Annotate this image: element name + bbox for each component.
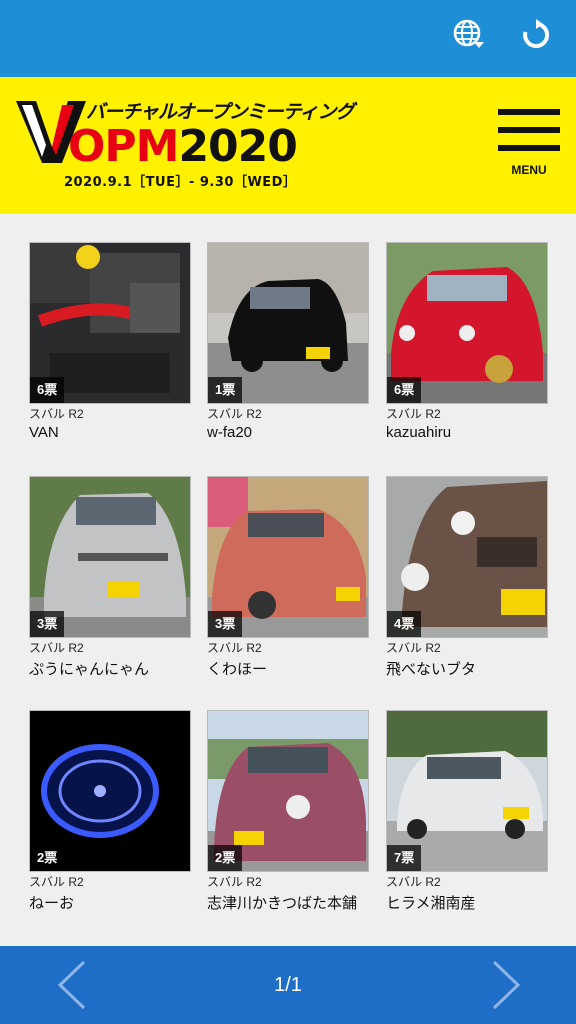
vote-count-badge: 6票 (30, 377, 65, 403)
entry-photo[interactable]: 2票 (207, 710, 369, 872)
entry-photo[interactable]: 3票 (207, 476, 369, 638)
entry-grid: 6票 スバル R2 VAN 1票 スバル R2 w-fa20 6票 スバル R2… (0, 214, 576, 946)
entry-photo[interactable]: 3票 (29, 476, 191, 638)
entry-card[interactable]: 1票 スバル R2 w-fa20 (207, 214, 369, 441)
menu-button[interactable]: MENU (496, 107, 562, 177)
refresh-icon[interactable] (519, 18, 553, 52)
entry-card[interactable]: 4票 スバル R2 飛べないブタ (386, 448, 548, 678)
entry-photo[interactable]: 1票 (207, 242, 369, 404)
car-model: スバル R2 (29, 407, 84, 421)
owner-name: ヒラメ湘南産 (386, 895, 476, 912)
owner-name: ねーお (29, 895, 75, 912)
entry-card[interactable]: 2票 スバル R2 志津川かきつばた本舗 (207, 682, 369, 912)
owner-name: w-fa20 (207, 424, 253, 441)
pagination-bar: 1/1 (0, 946, 576, 1024)
menu-label: MENU (511, 163, 547, 177)
car-model: スバル R2 (207, 875, 262, 889)
banner-dates: 2020.9.1［TUE］- 9.30［WED］ (64, 175, 297, 190)
car-model: スバル R2 (29, 875, 84, 889)
vote-count-badge: 4票 (387, 611, 422, 637)
entry-card[interactable]: 7票 スバル R2 ヒラメ湘南産 (386, 682, 548, 912)
entry-card[interactable]: 6票 スバル R2 kazuahiru (386, 214, 548, 441)
car-model: スバル R2 (29, 641, 84, 655)
vote-count-badge: 3票 (30, 611, 65, 637)
banner-subtitle: バーチャルオープンミーティング (86, 101, 355, 123)
banner-title: OPM2020 (68, 121, 298, 172)
owner-name: ぷうにゃんにゃん (29, 661, 150, 678)
car-model: スバル R2 (386, 875, 441, 889)
owner-name: 志津川かきつばた本舗 (207, 895, 358, 912)
vote-count-badge: 1票 (208, 377, 243, 403)
globe-icon[interactable] (452, 18, 486, 52)
owner-name: kazuahiru (386, 424, 452, 441)
event-banner: V バーチャルオープンミーティング OPM2020 2020.9.1［TUE］-… (0, 77, 576, 214)
hamburger-icon-bar (498, 145, 560, 151)
top-app-bar (0, 0, 576, 77)
hamburger-icon-bar (498, 127, 560, 133)
entry-card[interactable]: 3票 スバル R2 くわほー (207, 448, 369, 678)
vote-count-badge: 7票 (387, 845, 422, 871)
vote-count-badge: 2票 (30, 845, 65, 871)
vote-count-badge: 6票 (387, 377, 422, 403)
owner-name: VAN (29, 424, 59, 441)
entry-photo[interactable]: 7票 (386, 710, 548, 872)
entry-card[interactable]: 3票 スバル R2 ぷうにゃんにゃん (29, 448, 191, 678)
owner-name: くわほー (207, 661, 268, 678)
next-page-icon[interactable] (484, 960, 524, 1010)
car-model: スバル R2 (207, 641, 262, 655)
hamburger-icon-bar (498, 109, 560, 115)
owner-name: 飛べないブタ (386, 661, 477, 678)
vote-count-badge: 2票 (208, 845, 243, 871)
entry-photo[interactable]: 4票 (386, 476, 548, 638)
car-model: スバル R2 (386, 641, 441, 655)
entry-card[interactable]: 2票 スバル R2 ねーお (29, 682, 191, 912)
banner-title-year: 2020 (178, 121, 297, 172)
vote-count-badge: 3票 (208, 611, 243, 637)
entry-photo[interactable]: 6票 (29, 242, 191, 404)
entry-card[interactable]: 6票 スバル R2 VAN (29, 214, 191, 441)
car-model: スバル R2 (386, 407, 441, 421)
entry-photo[interactable]: 6票 (386, 242, 548, 404)
entry-photo[interactable]: 2票 (29, 710, 191, 872)
car-model: スバル R2 (207, 407, 262, 421)
banner-title-opm: OPM (68, 121, 179, 172)
